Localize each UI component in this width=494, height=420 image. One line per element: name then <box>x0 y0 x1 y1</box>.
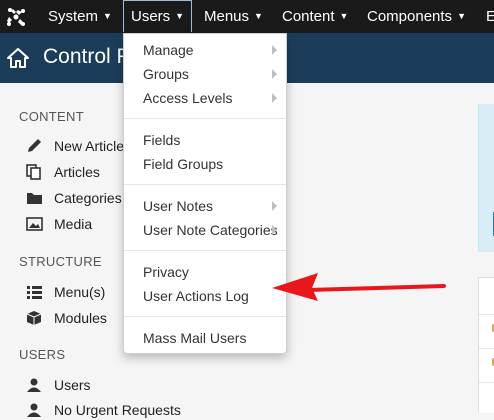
menu-divider <box>124 184 286 185</box>
chevron-down-icon: ▼ <box>254 11 263 21</box>
sidebar-item-users[interactable]: Users <box>26 375 91 395</box>
nav-components[interactable]: Components ▼ <box>367 0 466 33</box>
sidebar-item-new-article[interactable]: New Article <box>26 136 124 156</box>
chevron-right-icon <box>272 69 277 79</box>
sidebar-item-label: Articles <box>54 164 100 180</box>
sidebar-item-label: No Urgent Requests <box>54 402 181 418</box>
list-divider <box>479 314 494 315</box>
sidebar-section-content: CONTENT <box>19 109 84 124</box>
sidebar-item-requests[interactable]: No Urgent Requests <box>26 400 181 420</box>
menu-divider <box>124 250 286 251</box>
chevron-down-icon: ▼ <box>339 11 349 21</box>
nav-menus-label: Menus <box>204 8 250 25</box>
nav-content-label: Content <box>282 8 335 25</box>
nav-users[interactable]: Users ▼ <box>123 0 193 32</box>
sidebar-item-label: Menu(s) <box>54 284 106 300</box>
menu-item-mass-mail-users[interactable]: Mass Mail Users <box>143 328 246 348</box>
nav-extensions-label: E <box>486 8 494 25</box>
page-title: Control P <box>43 45 131 68</box>
menu-item-fields[interactable]: Fields <box>143 130 180 150</box>
chevron-down-icon: ▼ <box>103 11 112 21</box>
nav-system[interactable]: System ▼ <box>48 0 112 33</box>
chevron-right-icon <box>272 225 277 235</box>
menu-item-access-levels[interactable]: Access Levels <box>143 88 232 108</box>
chevron-right-icon <box>272 93 277 103</box>
annotation-arrow-icon <box>272 273 446 301</box>
nav-content[interactable]: Content ▼ <box>282 0 348 33</box>
joomla-logo-icon[interactable] <box>6 7 26 27</box>
menu-item-user-notes[interactable]: User Notes <box>143 196 213 216</box>
sidebar-item-label: Media <box>54 216 93 232</box>
menu-divider <box>124 118 286 119</box>
sidebar-item-menus[interactable]: Menu(s) <box>26 282 105 302</box>
list-divider <box>479 382 494 383</box>
cube-icon <box>26 311 42 325</box>
sidebar-section-users: USERS <box>19 347 66 362</box>
top-navbar: System ▼ Users ▼ Menus ▼ Content ▼ Component… <box>0 0 494 33</box>
menu-item-user-note-categories[interactable]: User Note Categories <box>143 220 278 240</box>
menu-item-groups[interactable]: Groups <box>143 64 189 84</box>
menu-item-manage[interactable]: Manage <box>143 40 194 60</box>
image-icon <box>26 217 43 231</box>
list-divider <box>479 348 494 349</box>
menu-divider <box>124 316 286 317</box>
chevron-right-icon <box>272 201 277 211</box>
menu-item-user-actions-log[interactable]: User Actions Log <box>143 286 249 306</box>
folder-icon <box>27 193 42 204</box>
nav-components-label: Components <box>367 8 453 25</box>
sidebar-item-label: Categories <box>54 190 122 206</box>
sidebar-item-articles[interactable]: Articles <box>26 162 100 182</box>
chevron-down-icon: ▼ <box>457 11 466 21</box>
nav-menus[interactable]: Menus ▼ <box>204 0 263 33</box>
sidebar-section-structure: STRUCTURE <box>19 254 102 269</box>
sidebar-item-label: New Article <box>54 138 125 154</box>
users-dropdown-menu: Manage Groups Access Levels Fields Field… <box>123 33 287 354</box>
pencil-icon <box>28 139 41 152</box>
side-list-panel <box>478 277 494 413</box>
chevron-right-icon <box>272 45 277 55</box>
sidebar: CONTENT New Article Articles Categories … <box>0 83 181 418</box>
sidebar-item-modules[interactable]: Modules <box>26 308 107 328</box>
menu-item-field-groups[interactable]: Field Groups <box>143 154 223 174</box>
sidebar-item-media[interactable]: Media <box>26 214 92 234</box>
copy-icon <box>26 164 41 180</box>
menu-item-privacy[interactable]: Privacy <box>143 262 189 282</box>
alert-panel <box>478 104 494 252</box>
user-icon <box>27 378 41 392</box>
nav-extensions[interactable]: E <box>486 0 494 33</box>
sidebar-item-categories[interactable]: Categories <box>26 188 122 208</box>
home-icon <box>7 48 29 68</box>
nav-system-label: System <box>48 8 99 25</box>
user-icon <box>27 403 41 417</box>
sidebar-item-label: Users <box>54 377 91 393</box>
sidebar-item-label: Modules <box>54 310 107 326</box>
nav-users-label: Users <box>131 8 171 25</box>
chevron-down-icon: ▼ <box>175 11 185 21</box>
list-icon <box>27 286 42 299</box>
